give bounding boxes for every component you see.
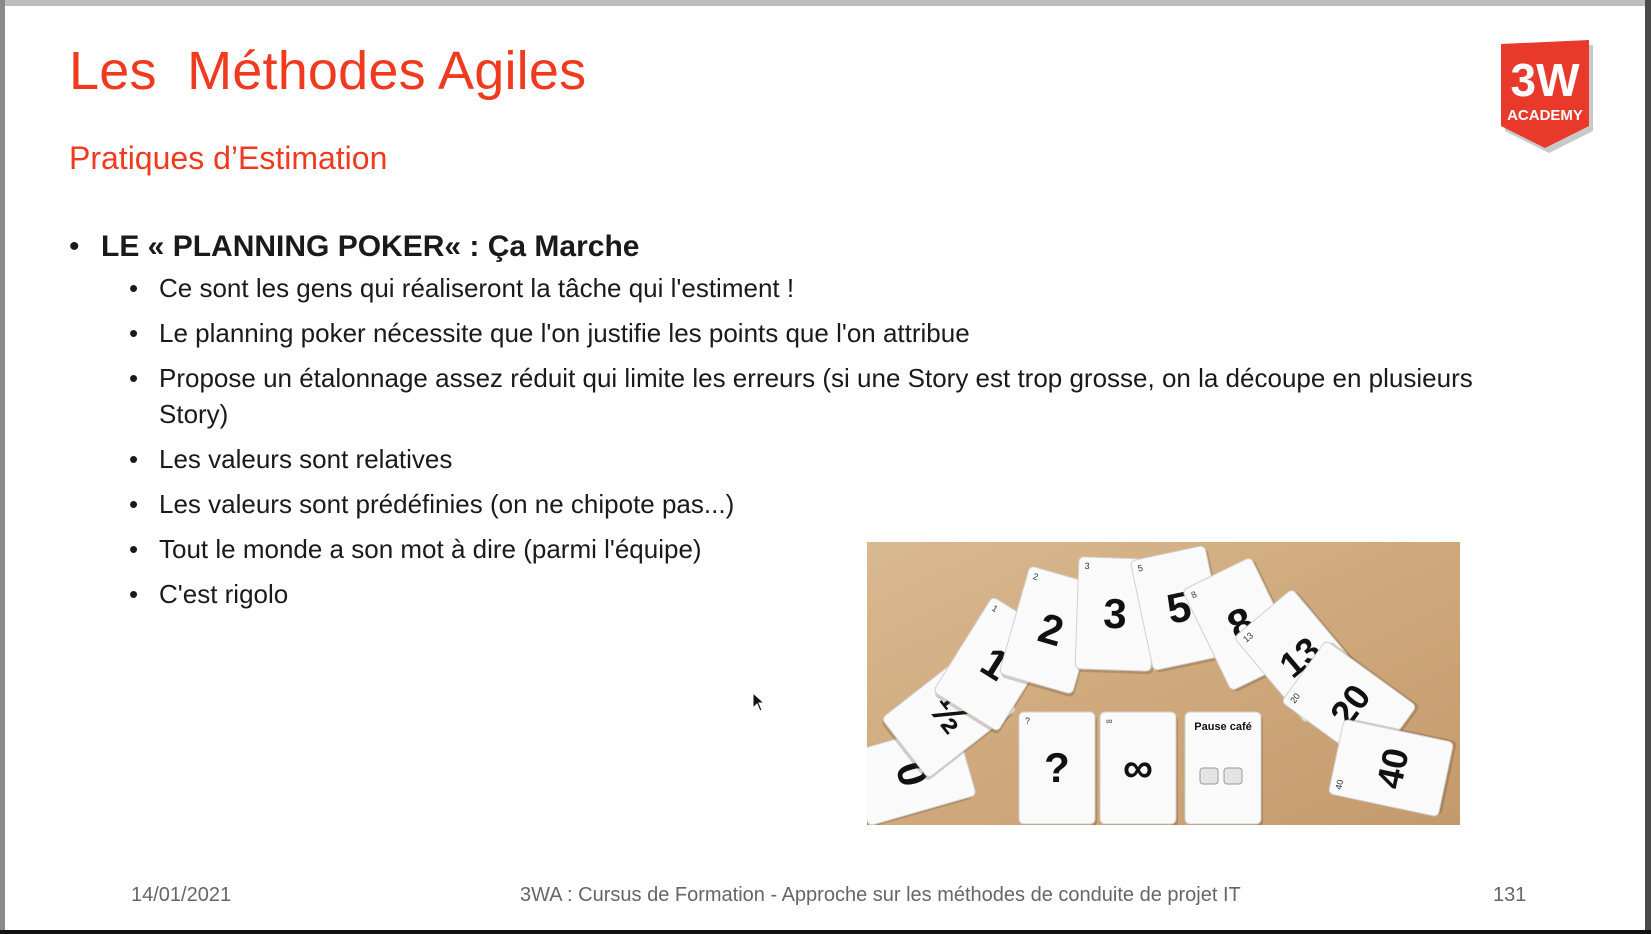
logo-text-3w: 3W [1511,54,1581,106]
card-corner-value: ? [1025,716,1030,726]
card-value: 40 [1368,744,1416,792]
card-corner-value: 40 [1333,779,1345,791]
footer-date: 14/01/2021 [131,884,232,906]
logo-text-academy: ACADEMY [1507,107,1583,124]
page-number: 131 [1493,884,1527,906]
bullet-dot: • [129,534,139,564]
slide-subtitle: Pratiques d’Estimation [69,140,388,176]
poker-card: ∞∞ [1099,711,1178,825]
bullet-dot: • [129,363,139,393]
mouse-pointer-icon [752,691,766,712]
card-value: 3 [1103,590,1128,638]
bullet-dot: • [129,579,139,609]
list-item: • Le planning poker nécessite que l'on ju… [129,315,1589,351]
list-item-text: Propose un étalonnage assez réduit qui l… [159,363,1473,429]
poker-card: Pause café [1184,711,1263,825]
bullet-dot: • [69,230,80,263]
list-item-text: Les valeurs sont prédéfinies (on ne chip… [159,489,735,519]
academy-logo: 3W ACADEMY [1495,36,1599,154]
list-item-text: Les valeurs sont relatives [159,444,453,474]
planning-poker-photo: 00½½1122335588131320204040??∞∞Pause café [867,542,1460,825]
list-item-text: Ce sont les gens qui réaliseront la tâch… [159,273,795,303]
card-corner-value: ∞ [1106,716,1112,726]
slide: Les Méthodes Agiles Pratiques d’Estimati… [5,6,1645,930]
card-value: ∞ [1123,744,1153,791]
main-bullet: • LE « PLANNING POKER« : Ça Marche [69,230,1589,264]
window-edge-right [1645,0,1651,934]
bullet-dot: • [129,444,139,474]
list-item: • Les valeurs sont prédéfinies (on ne chi… [129,486,1589,522]
list-item-text: Le planning poker nécessite que l'on jus… [159,318,970,348]
card-value: Pause café [1194,721,1251,733]
bullet-dot: • [129,318,139,348]
slide-title: Les Méthodes Agiles [69,41,587,101]
list-item: • Les valeurs sont relatives [129,441,1589,477]
footer-title: 3WA : Cursus de Formation - Approche sur… [520,884,1241,906]
list-item: • Propose un étalonnage assez réduit qui … [129,360,1589,432]
main-bullet-text: LE « PLANNING POKER« : Ça Marche [101,230,640,263]
bullet-dot: • [129,273,139,303]
bullet-dot: • [129,489,139,519]
window-edge-bottom [0,930,1651,934]
card-value: ? [1044,744,1070,791]
card-corner-value: 3 [1084,561,1089,571]
poker-card: ?? [1018,711,1097,825]
list-item: • Ce sont les gens qui réaliseront la tâc… [129,270,1589,306]
